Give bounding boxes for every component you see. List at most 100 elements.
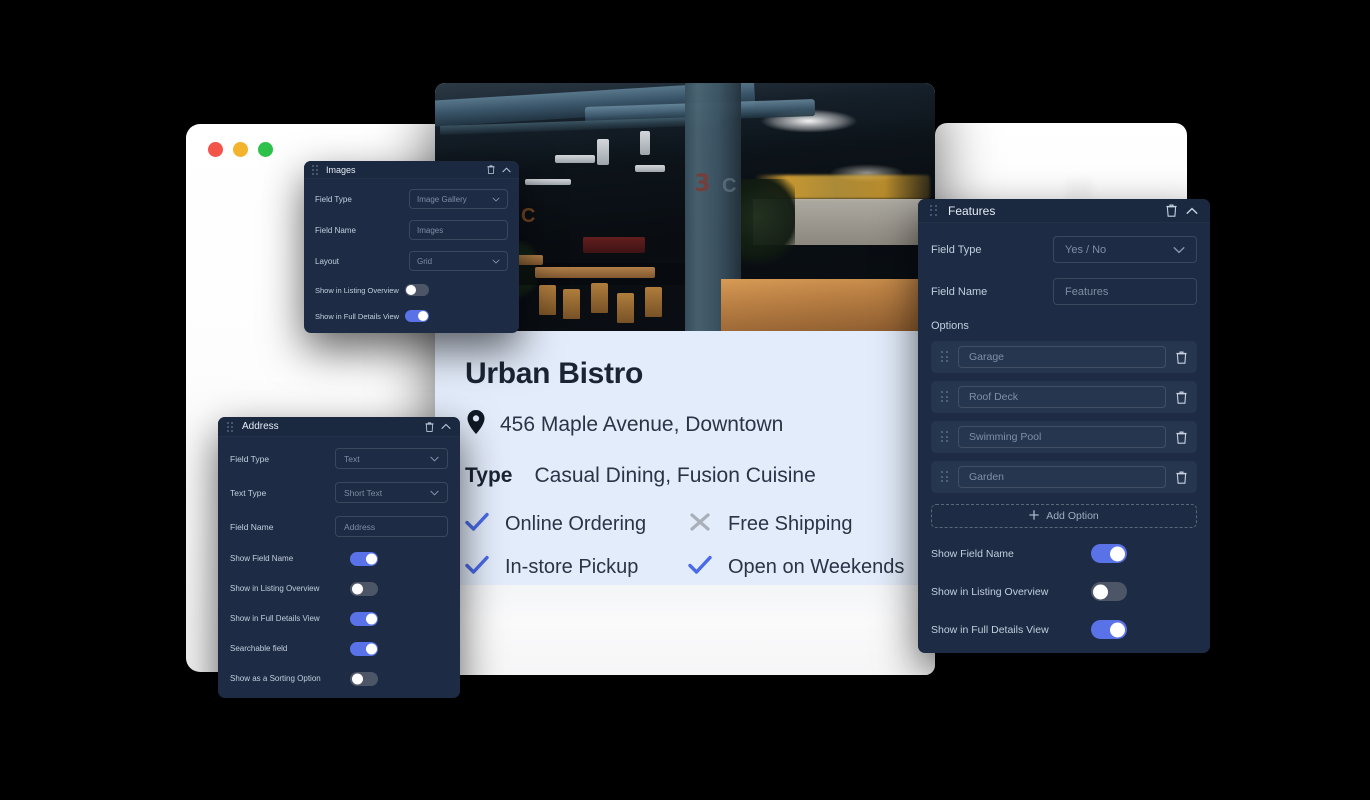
chevron-up-icon[interactable]: [441, 423, 451, 430]
listing-features-grid: Online Ordering Free Shipping In-store P…: [465, 512, 905, 580]
check-icon: [465, 555, 489, 580]
chevron-down-icon: [430, 456, 439, 461]
toggle-show-field-name[interactable]: [350, 552, 378, 566]
toggle-row-show-in-full-details-view: Show in Full Details View: [230, 612, 448, 626]
toggle-row-searchable-field: Searchable field: [230, 642, 448, 656]
listing-feature-label: Open on Weekends: [728, 556, 905, 578]
field-value: Grid: [417, 256, 433, 266]
toggle-row-show-in-full-details-view: Show in Full Details View: [315, 310, 508, 322]
field-name-input[interactable]: Images: [409, 220, 508, 240]
drag-handle-icon[interactable]: [941, 431, 948, 443]
panel-header-actions: [487, 165, 511, 174]
toggle-row-show-in-listing-overview: Show in Listing Overview: [230, 582, 448, 596]
chevron-up-icon[interactable]: [502, 167, 511, 173]
photo-pendant-light: [635, 165, 665, 172]
photo-chair: [539, 285, 556, 315]
listing-feature-item: Open on Weekends: [688, 555, 905, 580]
field-value: Features: [1065, 285, 1109, 298]
toggle-label: Show in Full Details View: [931, 623, 1049, 636]
text-type-select[interactable]: Short Text: [335, 482, 448, 503]
photo-pillar-letter: C: [722, 175, 737, 197]
field-type-select[interactable]: Yes / No: [1053, 236, 1197, 263]
option-row: Garden: [931, 461, 1197, 493]
panel-header[interactable]: Images: [304, 161, 519, 179]
drag-handle-icon[interactable]: [312, 164, 318, 175]
drag-handle-icon[interactable]: [941, 351, 948, 363]
trash-icon[interactable]: [1166, 204, 1177, 217]
toggle-row-show-in-listing-overview: Show in Listing Overview: [315, 284, 508, 296]
trash-icon[interactable]: [1176, 471, 1187, 484]
trash-icon[interactable]: [1176, 431, 1187, 444]
screen: 3 C C Urban Bistro 456 Maple Avenue, Dow…: [0, 0, 1370, 800]
options-section-label: Options: [931, 320, 969, 332]
photo-pendant-light: [640, 131, 650, 155]
listing-feature-item: Online Ordering: [465, 512, 682, 537]
panel-header[interactable]: Address: [218, 417, 460, 437]
toggle-show-in-full-details-view[interactable]: [1091, 620, 1127, 639]
add-option-button[interactable]: Add Option: [931, 504, 1197, 528]
toggle-show-in-full-details-view[interactable]: [350, 612, 378, 626]
option-input[interactable]: Garage: [958, 346, 1166, 368]
field-panel-address: Address Field Type Text Text Type Short …: [218, 417, 460, 698]
chevron-down-icon: [430, 490, 439, 495]
panel-header[interactable]: Features: [918, 199, 1210, 223]
field-value: Text: [344, 453, 360, 464]
photo-pillar-number: 3: [694, 169, 711, 197]
drag-handle-icon[interactable]: [930, 204, 937, 217]
field-value: Images: [417, 225, 444, 235]
toggle-show-field-name[interactable]: [1091, 544, 1127, 563]
drag-handle-icon[interactable]: [941, 471, 948, 483]
listing-title: Urban Bistro: [465, 357, 644, 390]
field-value: Address: [344, 521, 376, 532]
trash-icon[interactable]: [425, 421, 434, 432]
field-row-field-type: Field Type Yes / No: [931, 236, 1197, 263]
toggle-show-in-listing-overview[interactable]: [350, 582, 378, 596]
toggle-show-in-full-details-view[interactable]: [405, 310, 429, 322]
field-name-input[interactable]: Features: [1053, 278, 1197, 305]
field-name-input[interactable]: Address: [335, 516, 448, 537]
drag-handle-icon[interactable]: [227, 421, 233, 432]
drag-handle-icon[interactable]: [941, 391, 948, 403]
field-label: Field Type: [230, 453, 270, 464]
trash-icon[interactable]: [1176, 391, 1187, 404]
option-value: Garage: [969, 351, 1005, 363]
listing-feature-item: In-store Pickup: [465, 555, 682, 580]
trash-icon[interactable]: [1176, 351, 1187, 364]
listing-card-footer: [435, 585, 935, 675]
listing-type-row: Type Casual Dining, Fusion Cuisine: [465, 464, 905, 488]
photo-pendant-light: [597, 139, 609, 165]
field-type-select[interactable]: Image Gallery: [409, 189, 508, 209]
toggle-label: Show in Listing Overview: [931, 585, 1049, 598]
option-input[interactable]: Garden: [958, 466, 1166, 488]
option-row: Garage: [931, 341, 1197, 373]
field-row-layout: Layout Grid: [315, 251, 508, 271]
listing-address-row: 456 Maple Avenue, Downtown: [465, 409, 905, 440]
option-value: Swimming Pool: [969, 431, 1042, 443]
toggle-row-show-as-a-sorting-option: Show as a Sorting Option: [230, 672, 448, 686]
toggle-show-in-listing-overview[interactable]: [405, 284, 429, 296]
toggle-label: Show in Listing Overview: [230, 584, 320, 593]
option-value: Roof Deck: [969, 391, 1019, 403]
toggle-label: Show Field Name: [230, 554, 294, 563]
trash-icon[interactable]: [487, 165, 495, 174]
listing-feature-label: Free Shipping: [728, 513, 853, 535]
toggle-show-in-listing-overview[interactable]: [1091, 582, 1127, 601]
option-input[interactable]: Roof Deck: [958, 386, 1166, 408]
toggle-searchable-field[interactable]: [350, 642, 378, 656]
photo-red-booth: [583, 237, 645, 253]
field-row-field-type: Field Type Text: [230, 448, 448, 469]
chevron-up-icon[interactable]: [1186, 207, 1198, 215]
chevron-down-icon: [492, 197, 500, 202]
listing-feature-label: Online Ordering: [505, 513, 647, 535]
listing-address-text: 456 Maple Avenue, Downtown: [500, 412, 784, 436]
panel-header-actions: [425, 421, 451, 432]
field-type-select[interactable]: Text: [335, 448, 448, 469]
field-label: Field Name: [230, 521, 274, 532]
minimize-window-button[interactable]: [233, 141, 248, 157]
toggle-label: Show Field Name: [931, 547, 1014, 560]
toggle-show-as-a-sorting-option[interactable]: [350, 672, 378, 686]
maximize-window-button[interactable]: [258, 141, 273, 157]
layout-select[interactable]: Grid: [409, 251, 508, 271]
close-window-button[interactable]: [208, 141, 223, 157]
option-input[interactable]: Swimming Pool: [958, 426, 1166, 448]
